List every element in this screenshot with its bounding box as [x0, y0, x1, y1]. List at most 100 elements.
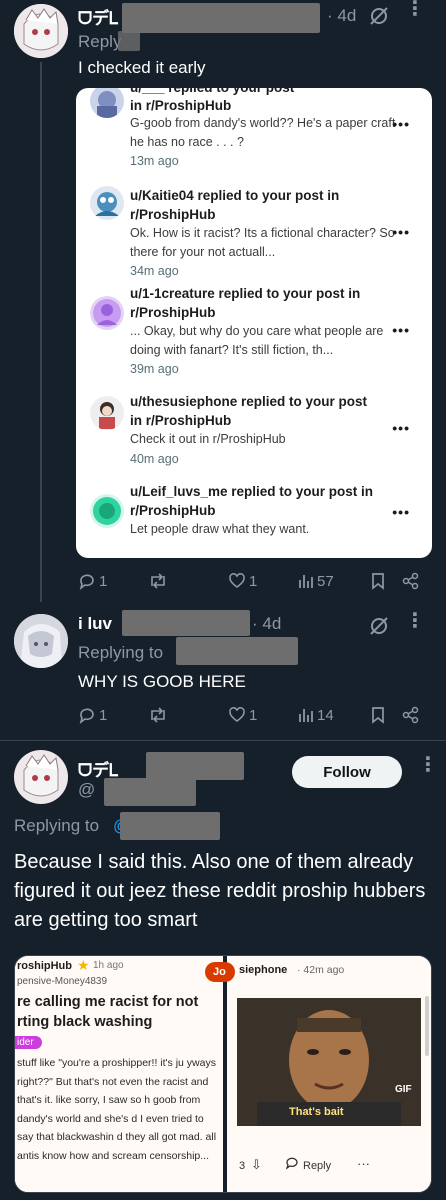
retweet-button[interactable] [148, 706, 168, 724]
post-body: stuff like "you're a proshipper!! it's j… [17, 1057, 217, 1162]
avatar[interactable] [14, 750, 68, 804]
notification-body: ... Okay, but why do you care what peopl… [130, 324, 384, 357]
heart-icon [229, 573, 245, 588]
like-button[interactable]: 1 [228, 706, 257, 724]
divider [0, 740, 446, 741]
views-icon [299, 575, 313, 588]
reply-icon [79, 574, 94, 590]
reply-icon [285, 1156, 299, 1175]
views-button[interactable]: 57 [298, 572, 334, 590]
more-options-icon[interactable]: ••• [392, 322, 410, 338]
notification-title: in r/ProshipHub [130, 98, 232, 113]
muted-icon[interactable] [368, 614, 390, 641]
display-name[interactable]: ᗜデᏞ [78, 4, 119, 29]
gif-caption: That's bait [289, 1106, 344, 1118]
view-count: 14 [317, 706, 334, 724]
notification-time: 34m ago [130, 264, 179, 278]
scrollbar[interactable] [425, 996, 429, 1056]
avatar [90, 88, 124, 118]
heart-icon [229, 707, 245, 722]
notification-body: Check it out in r/ProshipHub [130, 432, 286, 446]
share-icon [402, 706, 419, 724]
reply-prefix: Replying to [78, 643, 164, 662]
views-button[interactable]: 14 [298, 706, 334, 724]
downvote-icon: ⇩ [251, 1157, 262, 1172]
reply-user: siephone [239, 964, 288, 976]
notification-body: Let people draw what they want. [130, 522, 310, 536]
bookmark-button[interactable] [370, 706, 386, 724]
more-options-icon[interactable]: ⋮ [418, 755, 438, 775]
notification-body: G-goob from dandy's world?? He's a paper… [130, 116, 396, 149]
muted-icon[interactable] [368, 4, 390, 31]
share-button[interactable] [402, 572, 420, 590]
views-icon [299, 709, 313, 722]
redacted-name [146, 752, 244, 780]
retweet-button[interactable] [148, 572, 168, 590]
more-options-icon[interactable]: ••• [392, 224, 410, 240]
notification-title: u/Kaitie04 replied to your post in r/Pro… [130, 188, 340, 222]
redacted-handle [122, 610, 250, 636]
reply-button[interactable]: 1 [78, 706, 107, 724]
reddit-reply-image: Jo siephone · 42m ago That's bait GIF 3 … [205, 956, 431, 1192]
bookmark-icon [372, 707, 384, 724]
post-subreddit: roshipHub [17, 960, 72, 972]
avatar-art-icon [14, 614, 68, 668]
like-count: 1 [249, 706, 258, 724]
reply-button[interactable]: 1 [78, 572, 107, 590]
more-options-icon[interactable]: ••• [392, 504, 410, 520]
avatar [90, 296, 124, 330]
post-user: pensive-Money4839 [17, 976, 108, 987]
display-name[interactable]: i luv [78, 614, 112, 634]
notification-body: Ok. How is it racist? Its a fictional ch… [130, 226, 395, 259]
redacted-reply-handle [118, 31, 140, 51]
notification-title: u/Leif_luvs_me replied to your post in r… [130, 484, 374, 518]
handle-prefix: @ [78, 780, 96, 799]
media-attachment[interactable]: roshipHub ★ 1h ago pensive-Money4839 re … [14, 955, 432, 1193]
reply-count: 1 [99, 706, 108, 724]
notification-time: 39m ago [130, 362, 179, 376]
reply-icon [79, 708, 94, 724]
reply-time: · 42m ago [297, 964, 345, 976]
gif-image: That's bait GIF [237, 998, 421, 1126]
avatar-art-icon [14, 750, 68, 804]
post-time: 1h ago [93, 960, 124, 971]
more-options-icon[interactable]: ••• [392, 116, 410, 132]
notification-title: u/thesusiephone replied to your post in … [130, 394, 368, 428]
timestamp[interactable]: · 4d [252, 614, 281, 634]
like-button[interactable]: 1 [228, 572, 257, 590]
avatar[interactable] [14, 4, 68, 58]
reddit-post-image: roshipHub ★ 1h ago pensive-Money4839 re … [15, 956, 223, 1192]
redacted-handle [122, 3, 320, 33]
redacted-reply-handle [120, 812, 220, 840]
more-options-icon[interactable]: ⋮ [405, 611, 425, 631]
gif-label: GIF [395, 1084, 412, 1095]
avatar [90, 186, 124, 220]
more-options-icon: ··· [357, 1156, 370, 1171]
tweet-text: Because I said this. Also one of them al… [14, 851, 426, 931]
share-button[interactable] [402, 706, 420, 724]
reply-prefix: Reply [78, 32, 122, 51]
view-count: 57 [317, 572, 334, 590]
notification-time: 40m ago [130, 452, 179, 466]
more-options-icon[interactable]: ⋮ [405, 0, 425, 19]
star-icon: ★ [77, 957, 90, 973]
retweet-icon [151, 573, 165, 589]
more-options-icon[interactable]: ••• [392, 420, 410, 436]
follow-button[interactable]: Follow [292, 756, 402, 788]
bookmark-button[interactable] [370, 572, 386, 590]
reply-prefix: Replying to [14, 816, 100, 835]
vote-count: 3 [239, 1160, 246, 1172]
post-title: re calling me racist for not rting black… [17, 994, 199, 1030]
reply-label: Reply [303, 1160, 332, 1172]
tweet-text: I checked it early [78, 58, 206, 77]
notification-time: 13m ago [130, 154, 179, 168]
redacted-reply-handle [176, 637, 298, 665]
bookmark-icon [372, 573, 384, 590]
timestamp[interactable]: · 4d [327, 6, 356, 26]
retweet-icon [151, 707, 165, 723]
notification-title: u/1-1creature replied to your post in r/… [130, 286, 361, 320]
post-flair: ider [15, 1036, 42, 1049]
tweet-text: WHY IS GOOB HERE [78, 672, 246, 691]
avatar[interactable] [14, 614, 68, 668]
redacted-handle [104, 778, 196, 806]
